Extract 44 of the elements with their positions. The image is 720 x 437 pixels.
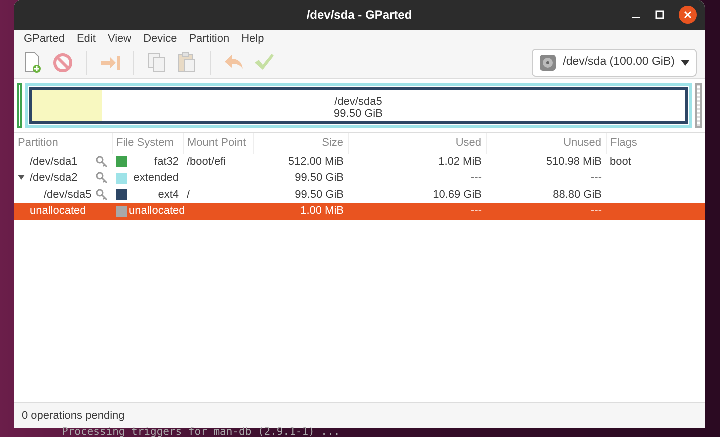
table-cell: 99.50 GiB (253, 186, 348, 203)
table-cell-text: --- (590, 171, 603, 186)
unallocated-block (695, 83, 702, 128)
menu-item[interactable]: Help (236, 30, 270, 47)
table-cell: 88.80 GiB (486, 186, 606, 203)
maximize-icon[interactable] (655, 10, 665, 20)
partition-size: 99.50 GiB (333, 108, 384, 120)
caret-icon (681, 60, 690, 66)
menu-item[interactable]: GParted (18, 30, 71, 47)
table-row[interactable]: /dev/sda1 fat32 /boot/efi 512.00 MiB 1.02 MiB 510.98 MiB boot (14, 154, 705, 170)
file-system: ext4 (158, 188, 179, 202)
table-row[interactable]: unallocated unallocated 1.00 MiB --- --- (14, 203, 705, 220)
table-cell: 1.02 MiB (348, 154, 486, 170)
partition-block (17, 83, 22, 128)
device-dropdown[interactable]: /dev/sda (100.00 GiB) (532, 48, 697, 76)
close-icon[interactable] (679, 6, 697, 24)
file-system: fat32 (154, 154, 179, 170)
partition-name: /dev/sda2 (30, 171, 78, 186)
partition-name: /dev/sda1 (30, 154, 78, 170)
table-cell: --- (348, 203, 486, 220)
file-system: extended (134, 171, 179, 186)
table-cell: --- (486, 203, 606, 220)
menu-item[interactable]: Device (138, 30, 184, 47)
table-row[interactable]: /dev/sda2 extended 99.50 GiB --- --- (14, 170, 705, 186)
table-cell: 1.00 MiB (253, 203, 348, 220)
table-cell: 10.69 GiB (348, 186, 486, 203)
table-cell: 512.00 MiB (253, 154, 348, 170)
table-cell: / (183, 186, 253, 203)
menu-item[interactable]: Edit (70, 30, 102, 47)
menu-item[interactable]: Partition (183, 30, 236, 47)
partition-name: /dev/sda5 (44, 188, 92, 202)
window-title: /dev/sda - GParted (306, 7, 412, 24)
menu-item[interactable]: View (102, 30, 138, 47)
table-cell-text: --- (470, 171, 483, 186)
status-text: 0 operations pending (14, 402, 705, 428)
table-cell-text: 99.50 GiB (294, 171, 345, 186)
file-system: unallocated (129, 204, 186, 219)
partition-name: unallocated (30, 204, 86, 219)
table-row[interactable]: /dev/sda5 ext4 / 99.50 GiB 10.69 GiB 88.80 GiB (14, 186, 705, 203)
table-cell: boot (606, 154, 705, 170)
table-cell: /boot/efi (183, 154, 253, 170)
terminal-text: Processing triggers for man-db (2.9.1-1) ... (62, 428, 342, 437)
table-cell: 510.98 MiB (486, 154, 606, 170)
partition-label: /dev/sda5 (334, 96, 384, 108)
